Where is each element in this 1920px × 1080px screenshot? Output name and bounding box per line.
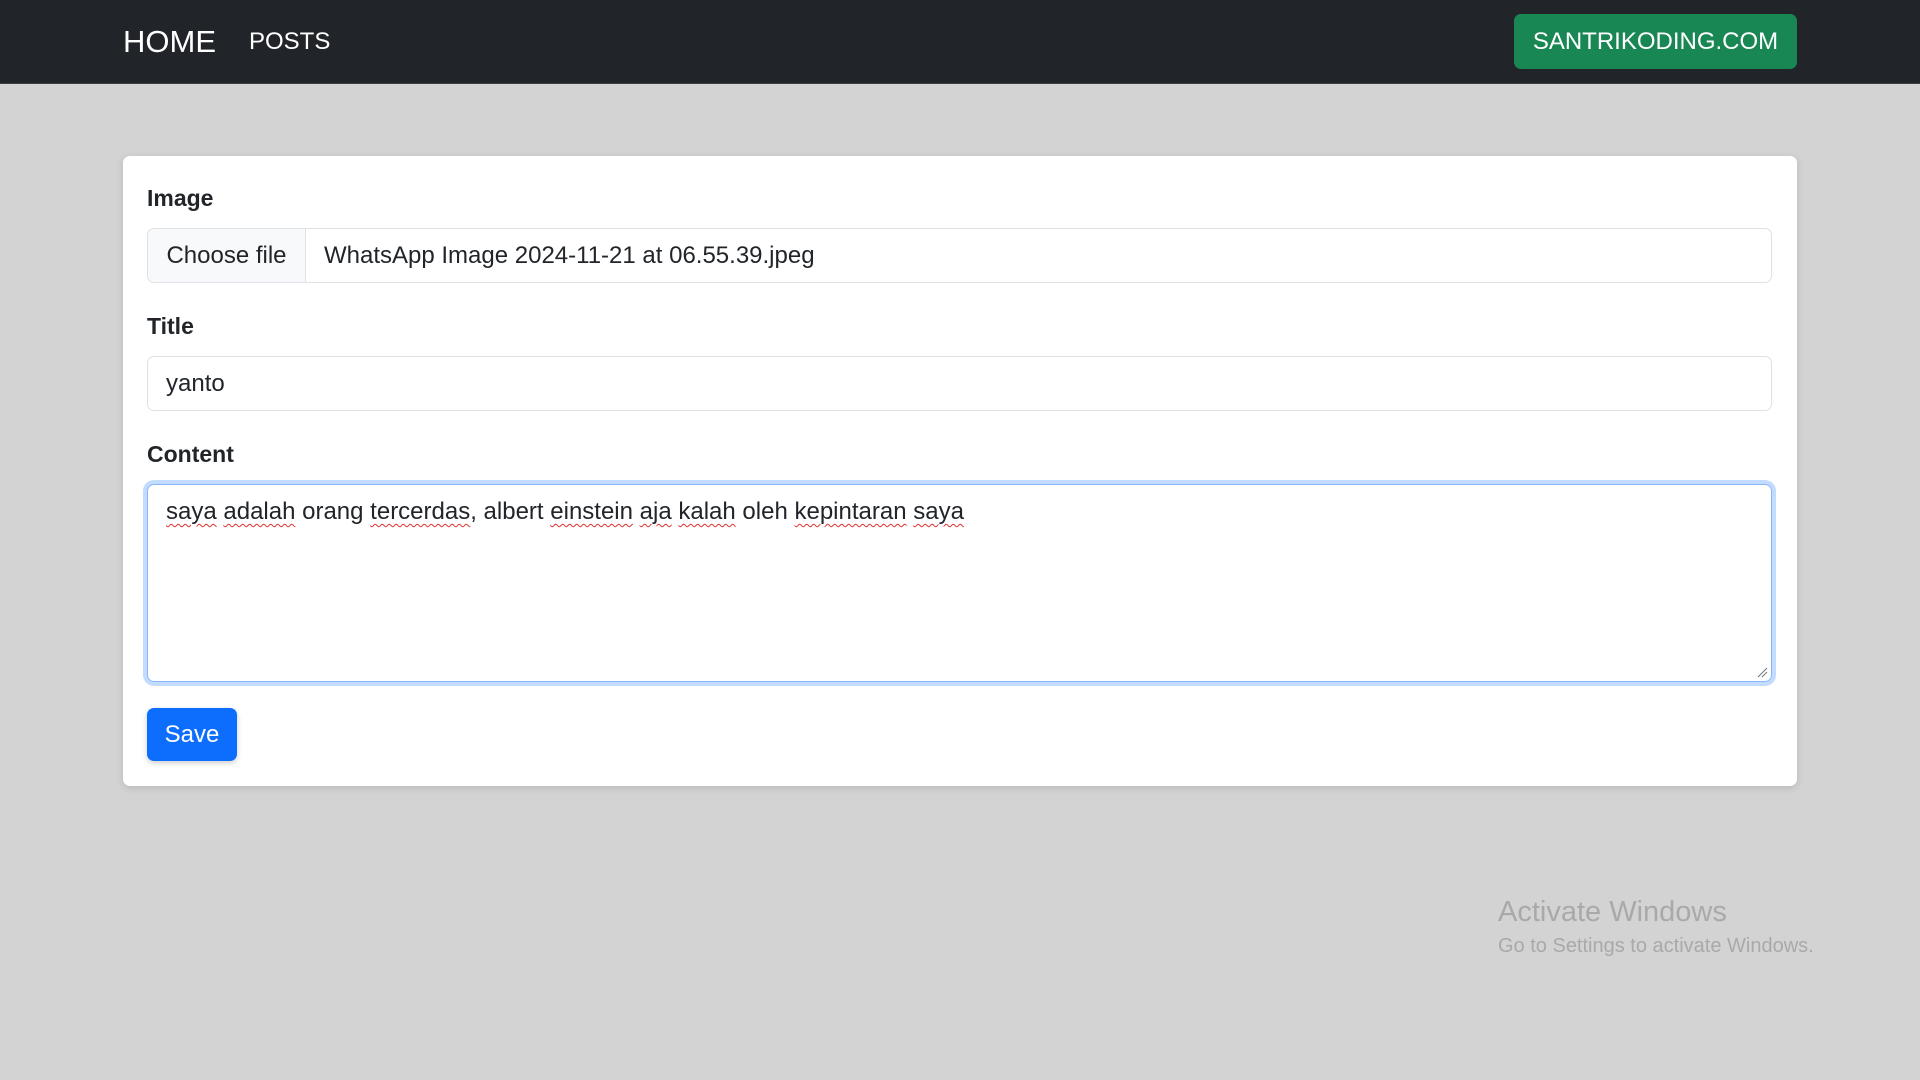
watermark-subtitle: Go to Settings to activate Windows. bbox=[1498, 935, 1814, 957]
misspelled-word: saya bbox=[913, 498, 964, 525]
home-link[interactable]: HOME bbox=[123, 24, 216, 60]
choose-file-button[interactable]: Choose file bbox=[148, 229, 306, 282]
misspelled-word: aja bbox=[639, 498, 672, 525]
content-word: orang bbox=[295, 498, 371, 525]
misspelled-word: adalah bbox=[223, 498, 296, 525]
image-file-input[interactable]: Choose file WhatsApp Image 2024-11-21 at… bbox=[147, 228, 1772, 283]
title-input[interactable]: yanto bbox=[147, 356, 1772, 411]
image-label: Image bbox=[147, 185, 214, 211]
content-label: Content bbox=[147, 441, 234, 467]
misspelled-word: einstein bbox=[550, 498, 633, 525]
santrikoding-button[interactable]: SANTRIKODING.COM bbox=[1514, 14, 1797, 69]
watermark-title: Activate Windows bbox=[1498, 896, 1727, 928]
activate-windows-watermark: Activate Windows Go to Settings to activ… bbox=[1498, 894, 1814, 960]
misspelled-word: saya bbox=[166, 498, 217, 525]
misspelled-word: tercerdas bbox=[370, 498, 471, 525]
misspelled-word: kepintaran bbox=[794, 498, 907, 525]
save-button[interactable]: Save bbox=[147, 708, 237, 761]
content-word: , albert bbox=[470, 498, 551, 525]
misspelled-word: kalah bbox=[678, 498, 736, 525]
content-textarea[interactable]: saya adalah orang tercerdas, albert eins… bbox=[147, 484, 1772, 682]
content-text: saya adalah orang tercerdas, albert eins… bbox=[166, 498, 964, 525]
selected-file-name: WhatsApp Image 2024-11-21 at 06.55.39.jp… bbox=[324, 242, 815, 269]
navbar: HOME POSTS SANTRIKODING.COM bbox=[0, 0, 1920, 84]
resize-handle-icon[interactable] bbox=[1756, 666, 1768, 678]
title-label: Title bbox=[147, 313, 194, 339]
content-word bbox=[633, 498, 640, 525]
post-form-card: Image Choose file WhatsApp Image 2024-11… bbox=[123, 156, 1797, 786]
nav-link-posts[interactable]: POSTS bbox=[249, 28, 330, 56]
content-word: oleh bbox=[735, 498, 795, 525]
